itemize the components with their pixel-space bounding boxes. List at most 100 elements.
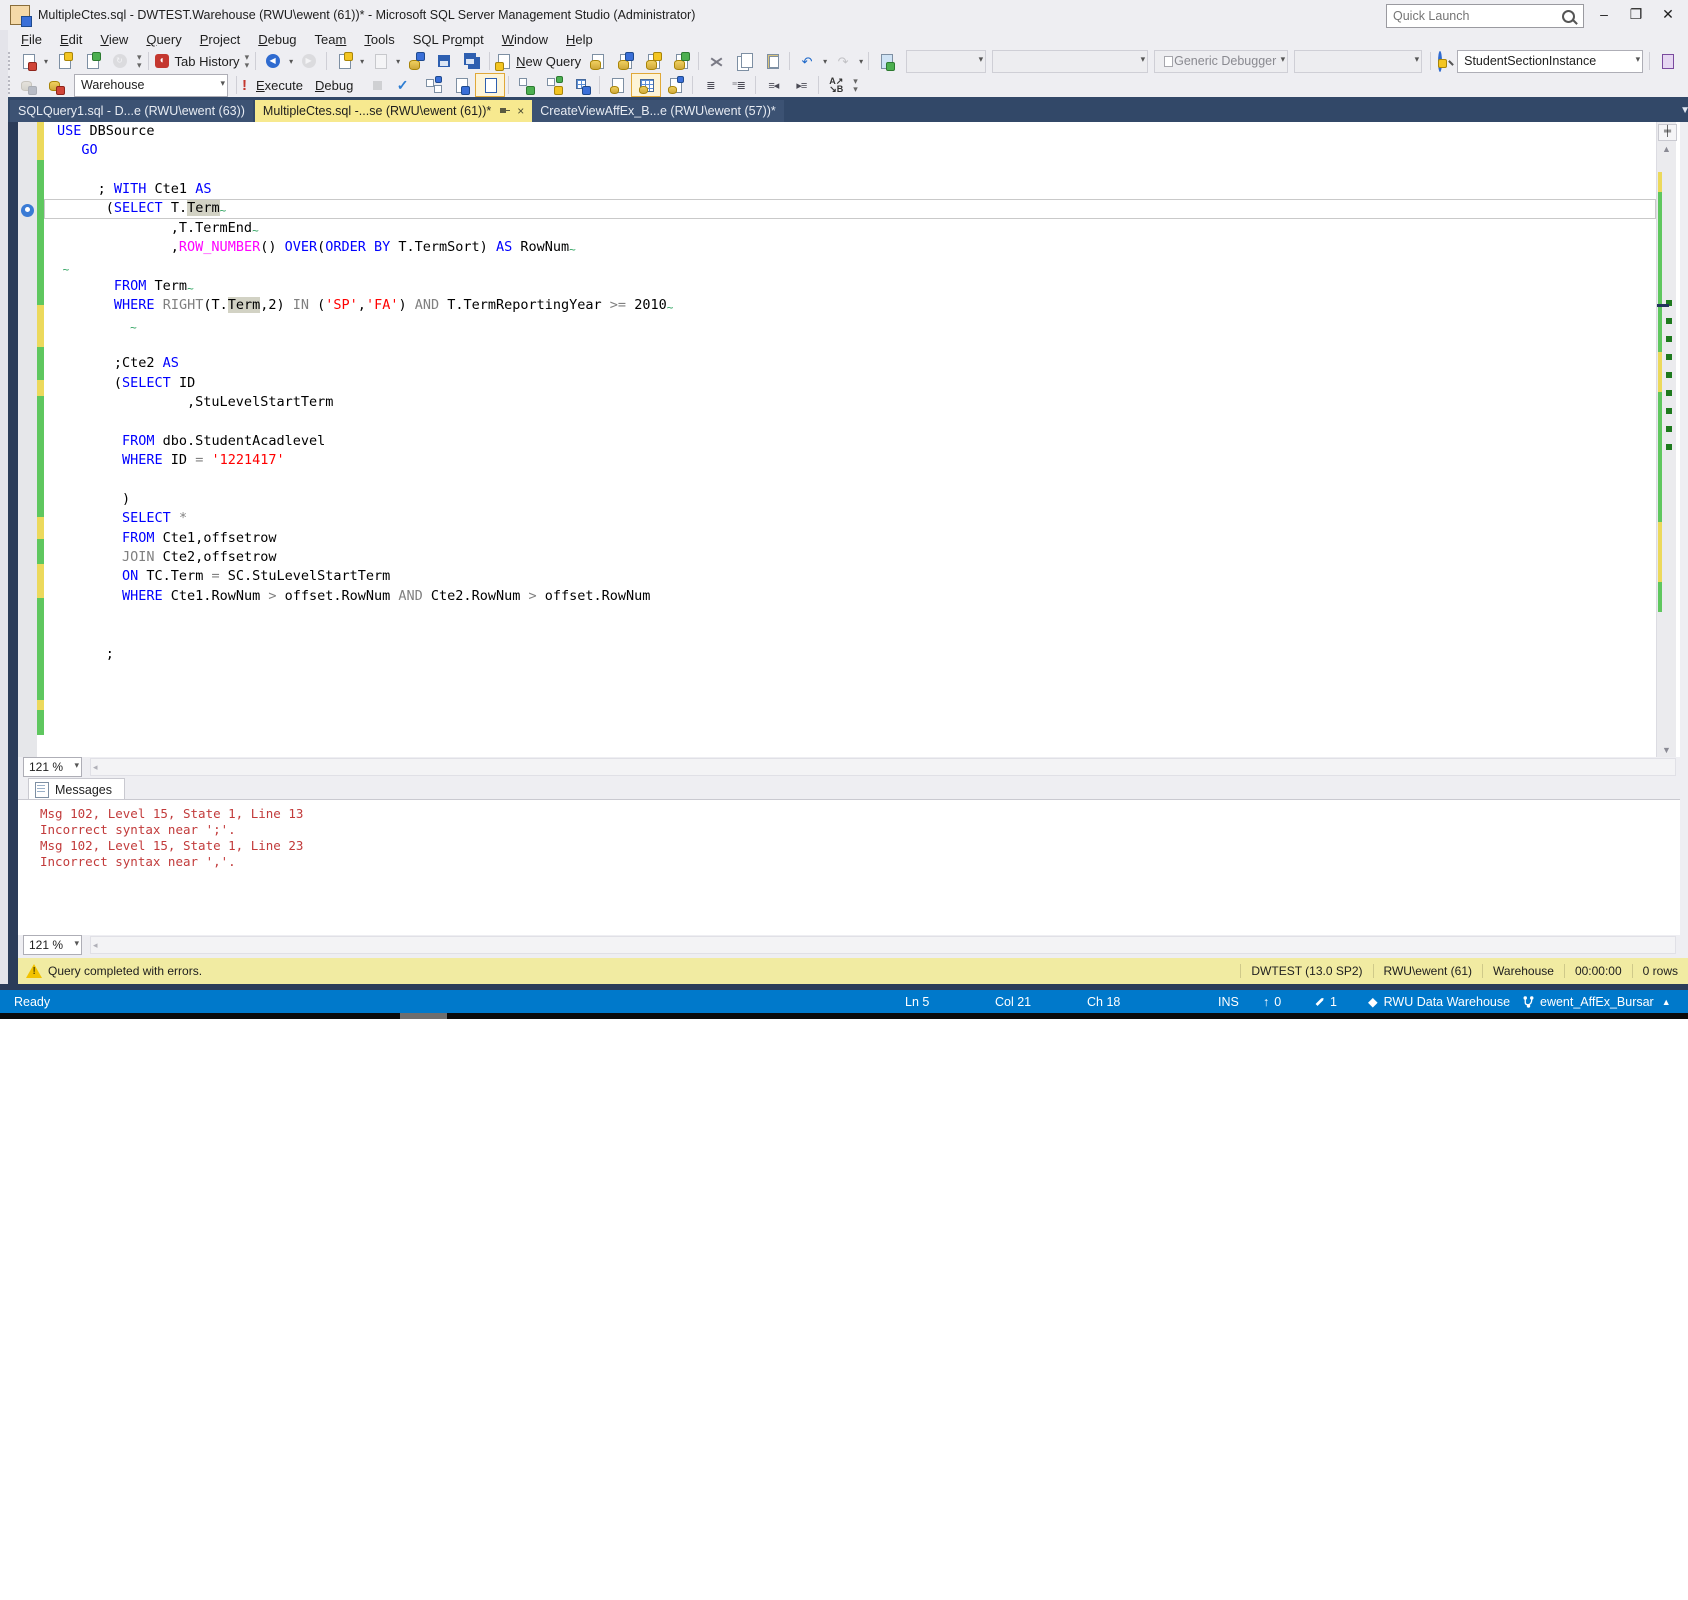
menu-edit[interactable]: Edit: [51, 31, 91, 48]
code-line[interactable]: ~: [44, 316, 1656, 335]
results-to-text-button[interactable]: [603, 74, 631, 96]
navigate-forward-button[interactable]: ▶: [295, 50, 323, 72]
connect-button[interactable]: [14, 74, 42, 96]
empty-combo-2[interactable]: ▾: [992, 50, 1148, 73]
check-item-button[interactable]: [78, 50, 106, 72]
code-line[interactable]: [44, 335, 1656, 354]
tab-sqlquery1[interactable]: SQLQuery1.sql - D...e (RWU\ewent (63)): [10, 100, 253, 122]
navigate-back-button[interactable]: ◀: [259, 50, 287, 72]
scroll-down-icon[interactable]: ▼: [1657, 745, 1676, 755]
line-indicator[interactable]: Ln 5: [905, 990, 929, 1013]
dropdown-caret-icon[interactable]: ▾: [857, 50, 865, 72]
code-line[interactable]: WHERE ID = '1221417': [44, 451, 1656, 470]
menu-project[interactable]: Project: [191, 31, 249, 48]
uploads-indicator[interactable]: ↑ 0: [1263, 990, 1281, 1013]
code-line[interactable]: ;: [44, 645, 1656, 664]
redo-button[interactable]: ↷: [829, 50, 857, 72]
code-line[interactable]: [44, 412, 1656, 431]
change-connection-button[interactable]: [42, 74, 70, 96]
tab-createviewaffex[interactable]: CreateViewAffEx_B...e (RWU\ewent (57))*: [532, 100, 784, 122]
editor-zoom-combo[interactable]: 121 %▾: [23, 757, 82, 777]
messages-tab[interactable]: Messages: [28, 778, 125, 800]
code-line[interactable]: [44, 161, 1656, 180]
menu-team[interactable]: Team: [306, 31, 356, 48]
options-button[interactable]: [1681, 50, 1688, 72]
tab-multiplectes[interactable]: MultipleCtes.sql -...se (RWU\ewent (61))…: [255, 100, 532, 122]
code-line[interactable]: WHERE RIGHT(T.Term,2) IN ('SP','FA') AND…: [44, 296, 1656, 315]
tab-history-button[interactable]: ◖ Tab History: [152, 50, 242, 72]
menu-window[interactable]: Window: [493, 31, 557, 48]
save-all-button[interactable]: [458, 50, 486, 72]
code-line[interactable]: [44, 606, 1656, 625]
minimize-button[interactable]: –: [1588, 0, 1620, 28]
source-control-server[interactable]: ◆ RWU Data Warehouse: [1368, 990, 1510, 1013]
menu-query[interactable]: Query: [137, 31, 190, 48]
dropdown-caret-icon[interactable]: ▾: [821, 50, 829, 72]
code-line[interactable]: SELECT *: [44, 509, 1656, 528]
code-analysis-marker-icon[interactable]: [21, 204, 34, 217]
code-line[interactable]: ; WITH Cte1 AS: [44, 180, 1656, 199]
splitter-handle-icon[interactable]: ╪: [1658, 124, 1677, 141]
menu-tools[interactable]: Tools: [355, 31, 403, 48]
code-line[interactable]: FROM Term~: [44, 277, 1656, 296]
code-line[interactable]: ON TC.Term = SC.StuLevelStartTerm: [44, 567, 1656, 586]
code-line[interactable]: ,T.TermEnd~: [44, 219, 1656, 238]
save-button[interactable]: [430, 50, 458, 72]
code-area[interactable]: USE DBSource GO ; WITH Cte1 AS (SELECT T…: [44, 122, 1656, 757]
code-line[interactable]: (SELECT T.Term~: [44, 199, 1656, 218]
refresh-button[interactable]: ↻: [106, 50, 134, 72]
client-stats-button[interactable]: [568, 74, 596, 96]
editor-horizontal-scrollbar[interactable]: ◂: [90, 758, 1676, 776]
increase-indent-button[interactable]: ▸≡: [787, 74, 815, 96]
column-indicator[interactable]: Col 21: [995, 990, 1031, 1013]
toolbar-overflow-icon[interactable]: ▾▾: [853, 77, 858, 93]
dropdown-caret-icon[interactable]: ▾: [287, 50, 295, 72]
messages-zoom-combo[interactable]: 121 %▾: [23, 935, 82, 955]
database-combo[interactable]: Warehouse ▾: [74, 74, 228, 97]
paste-button[interactable]: [758, 50, 786, 72]
instance-combo[interactable]: StudentSectionInstance ▾: [1457, 50, 1643, 73]
menu-view[interactable]: View: [91, 31, 137, 48]
pin-icon[interactable]: [499, 106, 510, 117]
cut-button[interactable]: [702, 50, 730, 72]
debug-button[interactable]: Debug: [313, 74, 355, 96]
ide-button[interactable]: [1653, 50, 1681, 72]
code-line[interactable]: GO: [44, 141, 1656, 160]
code-line[interactable]: ): [44, 490, 1656, 509]
menu-debug[interactable]: Debug: [249, 31, 305, 48]
toolbar-overflow-icon[interactable]: ▾▾: [137, 53, 142, 69]
code-line[interactable]: [44, 470, 1656, 489]
dropdown-caret-icon[interactable]: ▾: [42, 50, 50, 72]
restore-button[interactable]: ❐: [1620, 0, 1652, 28]
estimated-plan-button[interactable]: [419, 74, 447, 96]
scroll-up-icon[interactable]: ▲: [1657, 144, 1676, 154]
glyph-margin[interactable]: [18, 122, 37, 757]
new-query-button[interactable]: New Query: [493, 50, 583, 72]
code-line[interactable]: ,ROW_NUMBER() OVER(ORDER BY T.TermSort) …: [44, 238, 1656, 257]
quick-launch-box[interactable]: [1386, 4, 1584, 28]
results-to-grid-button[interactable]: [631, 73, 661, 97]
code-line[interactable]: FROM Cte1,offsetrow: [44, 529, 1656, 548]
close-button[interactable]: ✕: [1652, 0, 1684, 28]
uncomment-button[interactable]: ⁼≣: [724, 74, 752, 96]
code-line[interactable]: ,StuLevelStartTerm: [44, 393, 1656, 412]
active-files-dropdown-icon[interactable]: ▼: [1680, 105, 1688, 116]
code-line[interactable]: [44, 625, 1656, 644]
format-sql-button[interactable]: A↗↘B: [822, 74, 850, 96]
edits-indicator[interactable]: 1: [1315, 990, 1337, 1013]
results-to-file-button[interactable]: [661, 74, 689, 96]
mdx-query-button[interactable]: [583, 50, 611, 72]
code-line[interactable]: ;Cte2 AS: [44, 354, 1656, 373]
code-line[interactable]: ~: [44, 258, 1656, 277]
menu-sql-prompt[interactable]: SQL Prompt: [404, 31, 493, 48]
messages-horizontal-scrollbar[interactable]: ◂: [90, 936, 1676, 954]
empty-combo-3[interactable]: ▾: [1294, 50, 1422, 73]
toolbar-overflow-icon[interactable]: ▾▾: [245, 53, 250, 69]
comment-button[interactable]: ≣: [696, 74, 724, 96]
open-file-button[interactable]: [366, 50, 394, 72]
code-line[interactable]: JOIN Cte2,offsetrow: [44, 548, 1656, 567]
sql-editor[interactable]: USE DBSource GO ; WITH Cte1 AS (SELECT T…: [18, 122, 1680, 757]
xmla-query-button[interactable]: [639, 50, 667, 72]
editor-vertical-scrollbar[interactable]: ╪ ▲ ▼: [1656, 122, 1676, 757]
xmla2-query-button[interactable]: [667, 50, 695, 72]
